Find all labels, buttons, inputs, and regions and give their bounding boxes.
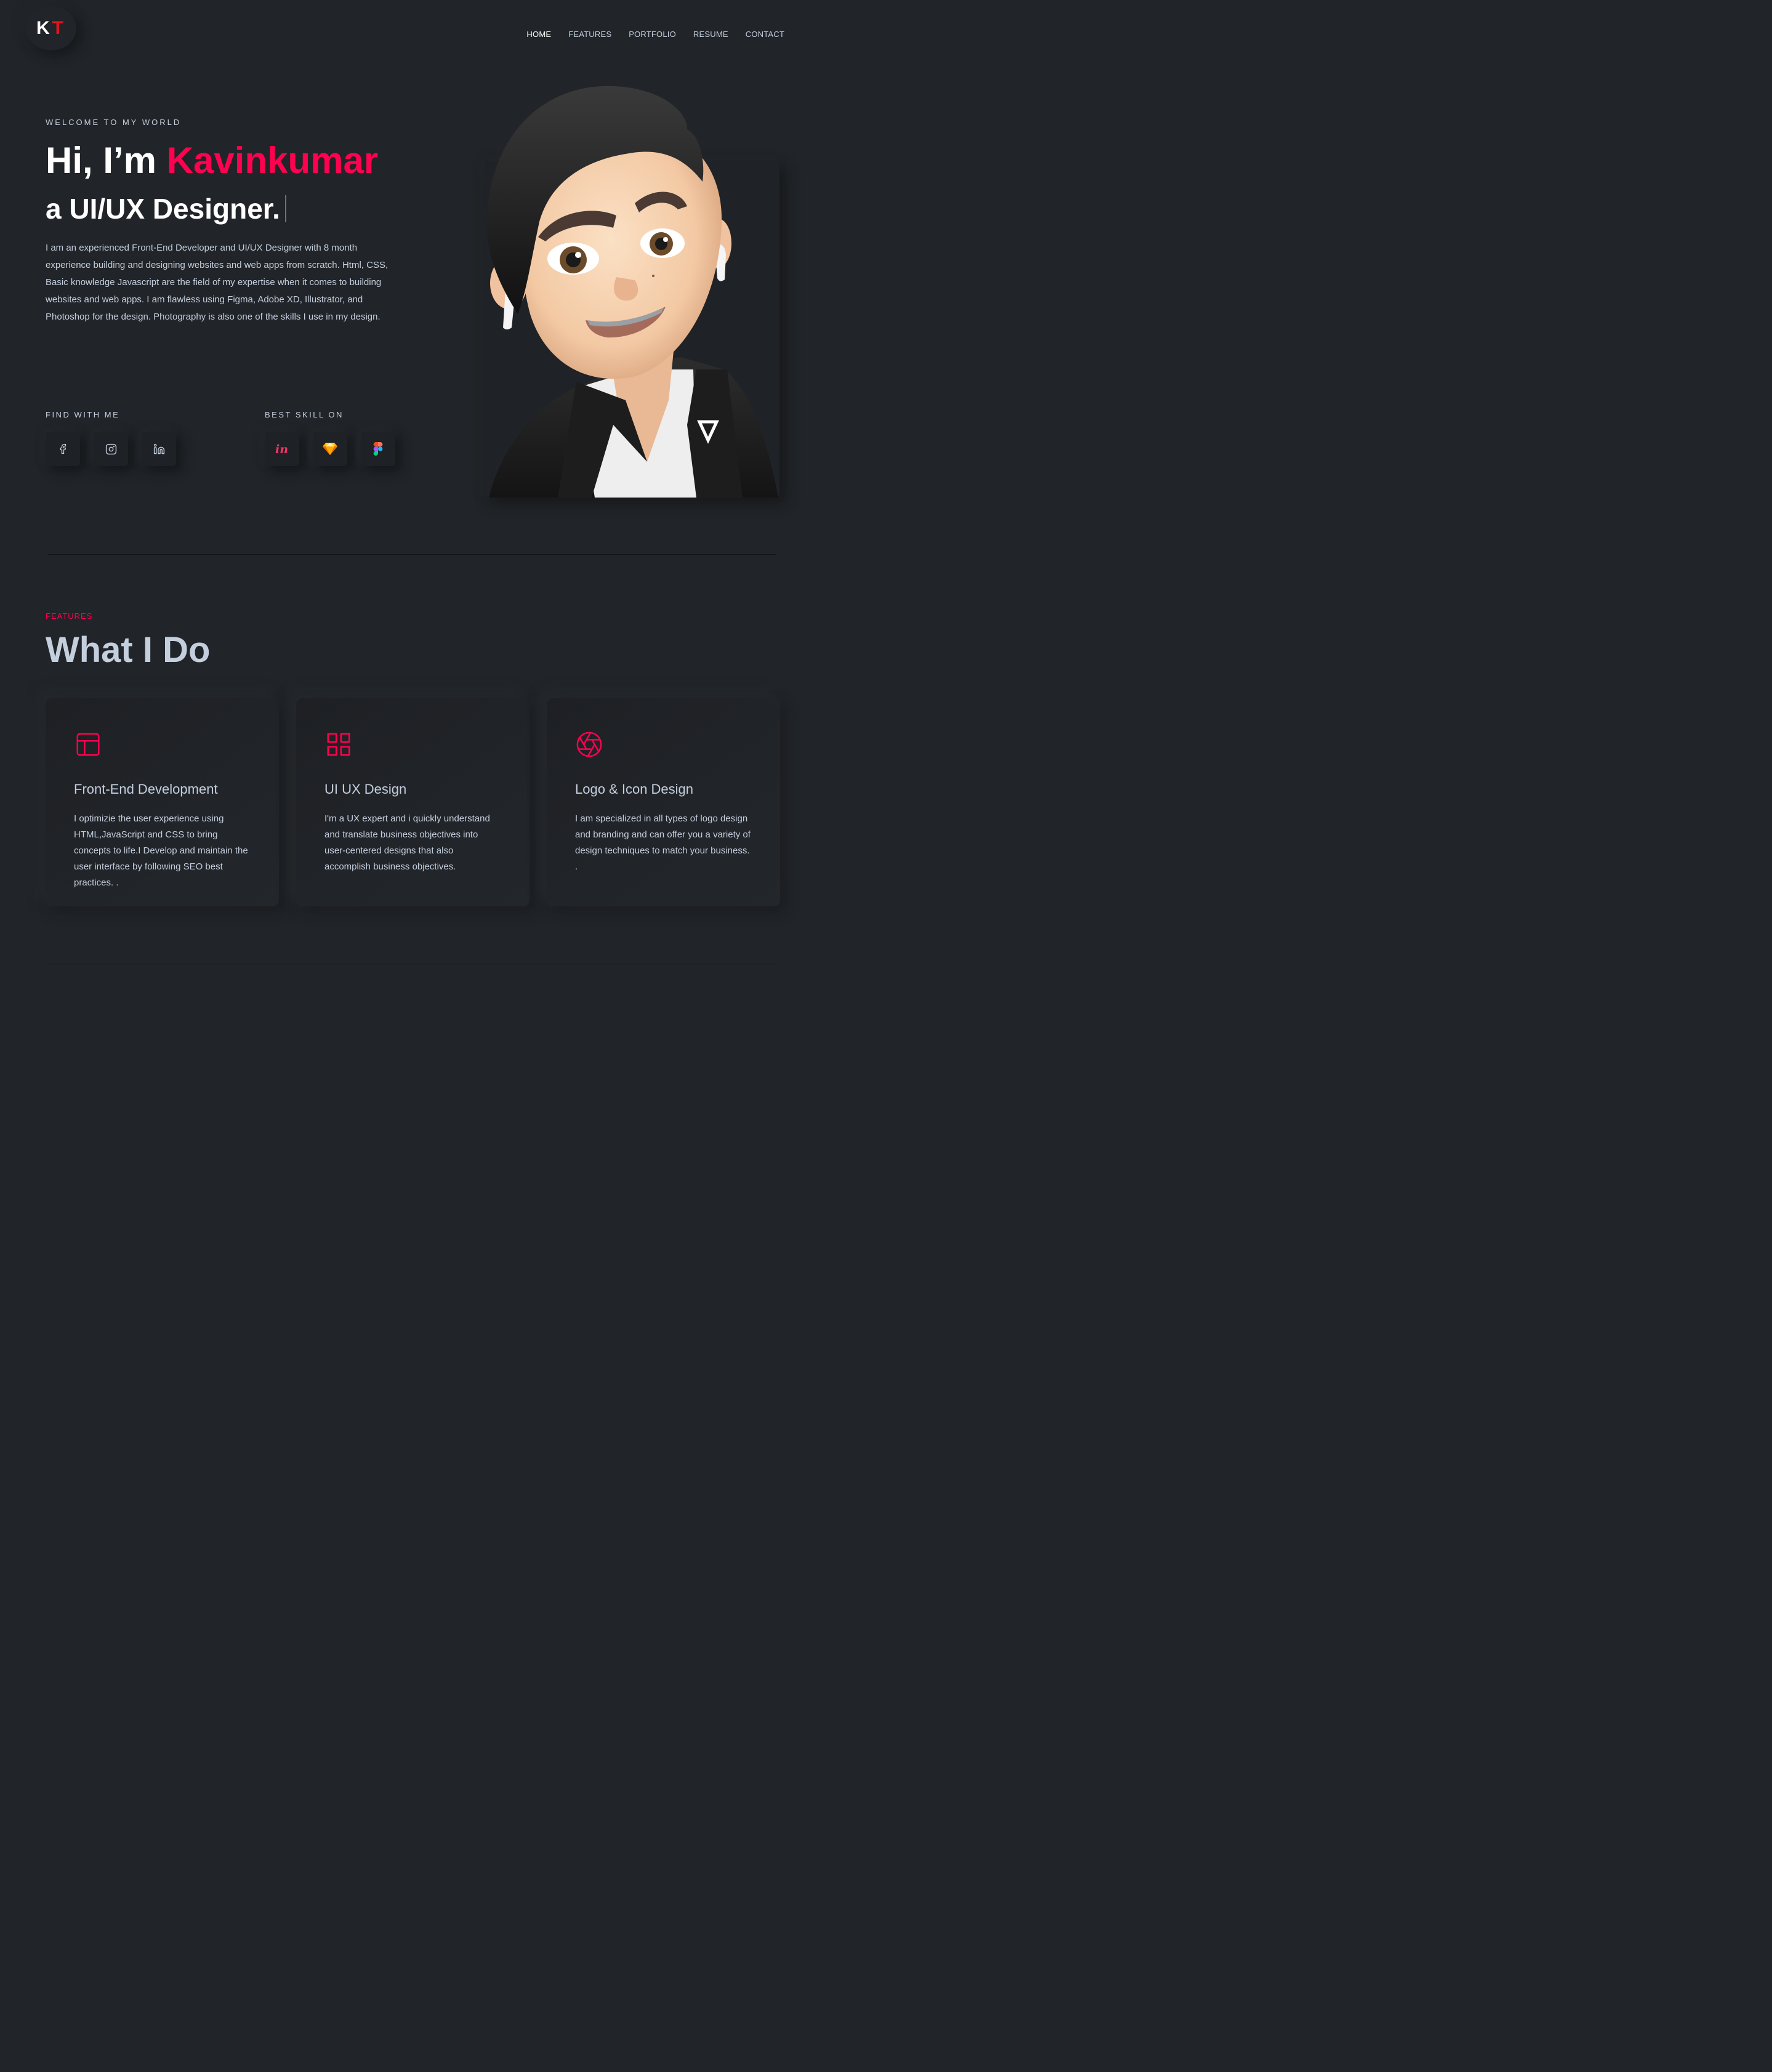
typing-cursor [284, 195, 286, 222]
find-with-me-label: FIND WITH ME [46, 410, 120, 419]
facebook-icon [60, 443, 66, 454]
skill-tools: in [265, 432, 395, 466]
section-divider [48, 554, 776, 555]
facebook-link[interactable] [46, 432, 80, 466]
instagram-link[interactable] [94, 432, 128, 466]
feature-card-uiux[interactable]: UI UX Design I'm a UX expert and i quick… [296, 698, 530, 906]
feature-card-text: I optimizie the user experience using HT… [74, 813, 248, 888]
nav-resume[interactable]: RESUME [693, 30, 728, 39]
feature-card-frontend[interactable]: Front-End Development I optimizie the us… [46, 698, 279, 906]
nav-home[interactable]: HOME [526, 30, 551, 39]
linkedin-icon [153, 443, 164, 454]
hero-name: Kavinkumar [166, 140, 379, 181]
nav-portfolio[interactable]: PORTFOLIO [629, 30, 676, 39]
feature-card-title: Front-End Development [74, 781, 218, 797]
layout-icon [76, 733, 100, 756]
sketch-link[interactable] [313, 432, 347, 466]
feature-card-logo[interactable]: Logo & Icon Design I am specialized in a… [547, 698, 780, 906]
figma-link[interactable] [361, 432, 395, 466]
hero-role-text: a UI/UX Designer. [46, 193, 280, 225]
memoji-avatar [486, 86, 778, 498]
instagram-icon [105, 443, 116, 454]
features-title: What I Do [46, 630, 211, 670]
nav-features[interactable]: FEATURES [568, 30, 611, 39]
logo-letter-k: K [36, 18, 52, 38]
feature-card-text: I am specialized in all types of logo de… [575, 813, 751, 872]
best-skill-label: BEST SKILL ON [265, 410, 344, 419]
feature-card-text: I'm a UX expert and i quickly understand… [324, 813, 490, 872]
invision-link[interactable]: in [265, 432, 299, 466]
features-label: FEATURES [46, 611, 93, 621]
invision-icon: in [275, 443, 288, 456]
figma-icon [373, 442, 383, 456]
hero-intro: I am an experienced Front-End Developer … [46, 243, 389, 322]
linkedin-link[interactable] [142, 432, 176, 466]
logo-letter-t: T [52, 18, 66, 38]
welcome-subtitle: WELCOME TO MY WORLD [46, 118, 182, 127]
hero-role: a UI/UX Designer. [46, 192, 286, 225]
hero-greeting: Hi, I’m [46, 140, 167, 181]
aperture-icon [576, 732, 602, 757]
social-links [46, 432, 176, 466]
nav-contact[interactable]: CONTACT [746, 30, 784, 39]
site-logo[interactable]: KT [26, 6, 76, 50]
svg-text:in: in [275, 443, 288, 456]
portfolio-page: KT HOME FEATURES PORTFOLIO RESUME CONTAC… [0, 0, 826, 965]
main-nav: HOME FEATURES PORTFOLIO RESUME CONTACT [526, 30, 784, 39]
feature-card-title: Logo & Icon Design [575, 781, 694, 797]
hero-heading: Hi, I’m Kavinkumar [46, 139, 378, 182]
grid-icon [327, 733, 350, 756]
feature-cards: Front-End Development I optimizie the us… [46, 698, 780, 906]
feature-card-title: UI UX Design [324, 781, 407, 797]
sketch-icon [323, 443, 337, 455]
